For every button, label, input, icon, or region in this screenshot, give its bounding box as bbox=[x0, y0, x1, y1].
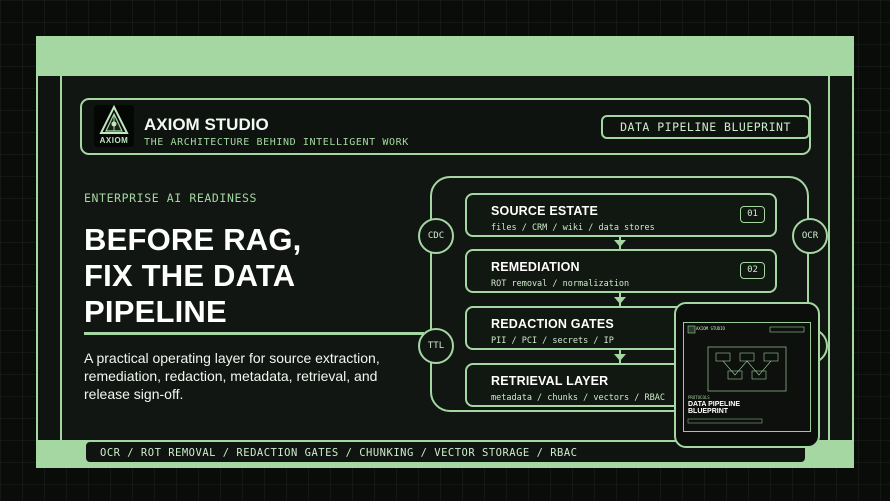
arrow-down-icon bbox=[614, 297, 626, 304]
stage-title: REDACTION GATES bbox=[491, 317, 614, 331]
stage-subtitle: PII / PCI / secrets / IP bbox=[491, 336, 614, 346]
loop-node-ocr: OCR bbox=[792, 218, 828, 254]
stage-title: RETRIEVAL LAYER bbox=[491, 374, 609, 388]
stage-subtitle: ROT removal / normalization bbox=[491, 279, 630, 289]
brand-tagline: THE ARCHITECTURE BEHIND INTELLIGENT WORK bbox=[144, 137, 409, 148]
footer-keywords: OCR / ROT REMOVAL / REDACTION GATES / CH… bbox=[100, 447, 578, 459]
arrow-down-icon bbox=[614, 240, 626, 247]
headline-divider bbox=[84, 332, 424, 335]
stage-number: 02 bbox=[740, 262, 765, 279]
stage-card-source-estate: SOURCE ESTATE files / CRM / wiki / data … bbox=[465, 193, 777, 237]
stage-subtitle: metadata / chunks / vectors / RBAC bbox=[491, 393, 665, 403]
top-accent-bar bbox=[36, 36, 854, 76]
thumbnail-title-line-1: DATA PIPELINE bbox=[688, 401, 740, 408]
stage-subtitle: files / CRM / wiki / data stores bbox=[491, 223, 655, 233]
arrow-down-icon bbox=[614, 354, 626, 361]
eyebrow-label: ENTERPRISE AI READINESS bbox=[84, 191, 258, 205]
headline-line-3: PIPELINE bbox=[84, 294, 227, 329]
stage-number: 01 bbox=[740, 206, 765, 223]
thumbnail-preview: AXIOM STUDIO PROTOCOLS DATA PIPELINE BLU… bbox=[683, 322, 811, 432]
headline: BEFORE RAG, FIX THE DATA PIPELINE bbox=[84, 222, 424, 330]
hero-description: A practical operating layer for source e… bbox=[84, 350, 380, 402]
stage-title: REMEDIATION bbox=[491, 260, 580, 274]
blueprint-badge: DATA PIPELINE BLUEPRINT bbox=[601, 115, 810, 139]
thumbnail-header: AXIOM STUDIO bbox=[696, 326, 725, 331]
thumbnail-title-line-2: BLUEPRINT bbox=[688, 408, 729, 415]
thumbnail-title: DATA PIPELINE BLUEPRINT bbox=[688, 401, 740, 415]
thumbnail-eyebrow: PROTOCOLS bbox=[688, 395, 710, 400]
loop-node-cdc: CDC bbox=[418, 218, 454, 254]
headline-line-2: FIX THE DATA bbox=[84, 258, 296, 293]
brand-name: AXIOM STUDIO bbox=[144, 115, 269, 134]
loop-node-ttl: TTL bbox=[418, 328, 454, 364]
stage-card-remediation: REMEDIATION ROT removal / normalization … bbox=[465, 249, 777, 293]
logo-wordmark: AXIOM bbox=[99, 136, 129, 145]
stage-title: SOURCE ESTATE bbox=[491, 204, 599, 218]
headline-line-1: BEFORE RAG, bbox=[84, 222, 302, 257]
